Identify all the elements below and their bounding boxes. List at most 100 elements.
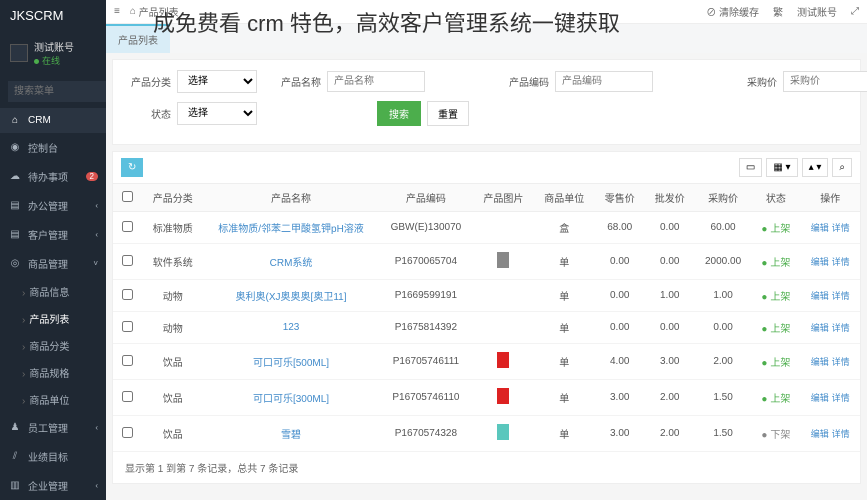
user-box: 测试账号 在线 [0,31,106,75]
cell-unit: 单 [534,380,595,416]
th-status: 状态 [751,184,800,212]
building-icon: ▥ [10,480,20,491]
menu-dashboard[interactable]: ◉控制台 [0,133,106,162]
list-icon: ▤ [10,229,20,240]
export-button[interactable]: ▴ ▾ [802,158,829,177]
pager-info: 显示第 1 到第 7 条记录，总共 7 条记录 [113,452,860,483]
clear-cache-link[interactable]: ⊘ 清除缓存 [706,4,759,19]
view-list-button[interactable]: ▭ [739,158,762,177]
th-image: 产品图片 [473,184,534,212]
menu-todo[interactable]: ☁待办事项2 [0,162,106,191]
gauge-icon: ◉ [10,142,20,153]
cell-image [473,244,534,280]
cell-image [473,416,534,452]
cell-retail: 3.00 [595,416,645,452]
cell-wholesale: 1.00 [645,280,695,312]
edit-link[interactable]: 编辑 [811,357,829,367]
cell-name[interactable]: 可口可乐[500ML] [203,344,379,380]
search-button[interactable]: 搜索 [377,101,421,126]
cell-purchase: 60.00 [695,212,752,244]
cell-code: P1669599191 [379,280,473,312]
detail-link[interactable]: 详情 [832,291,850,301]
cell-code: P1675814392 [379,312,473,344]
cell-name[interactable]: 雪碧 [203,416,379,452]
cell-wholesale: 0.00 [645,212,695,244]
edit-link[interactable]: 编辑 [811,393,829,403]
edit-link[interactable]: 编辑 [811,323,829,333]
table-row: 软件系统 CRM系统 P1670065704 单 0.00 0.00 2000.… [113,244,860,280]
select-all-checkbox[interactable] [122,191,133,202]
cell-status: 上架 [751,280,800,312]
detail-link[interactable]: 详情 [832,429,850,439]
menu-office[interactable]: ▤办公管理‹ [0,191,106,220]
submenu-product-category[interactable]: 商品分类 [0,332,106,359]
row-checkbox[interactable] [122,427,133,438]
menu-enterprise[interactable]: ▥企业管理‹ [0,471,106,500]
menu-search-input[interactable] [8,81,106,102]
detail-link[interactable]: 详情 [832,257,850,267]
edit-link[interactable]: 编辑 [811,223,829,233]
cell-unit: 盒 [534,212,595,244]
hamburger-icon[interactable]: ≡ [114,6,120,17]
cell-name[interactable]: CRM系统 [203,244,379,280]
cell-category: 饮品 [142,380,203,416]
cell-retail: 68.00 [595,212,645,244]
cell-status: 下架 [751,416,800,452]
filter-name-input[interactable] [327,71,425,92]
menu-product[interactable]: ◎商品管理˅ [0,249,106,278]
search-tool-button[interactable]: ⌕ [832,158,852,177]
th-name: 产品名称 [203,184,379,212]
user-name: 测试账号 [34,39,74,54]
filter-status-select[interactable]: 选择 [177,102,257,125]
filter-purchase-input[interactable] [783,71,867,92]
row-checkbox[interactable] [122,255,133,266]
row-checkbox[interactable] [122,221,133,232]
th-unit: 商品单位 [534,184,595,212]
filter-code-input[interactable] [555,71,653,92]
submenu-product-spec[interactable]: 商品规格 [0,359,106,386]
cell-code: P1670574328 [379,416,473,452]
cell-image [473,344,534,380]
reset-button[interactable]: 重置 [427,101,469,126]
cell-image [473,312,534,344]
expand-icon[interactable]: ⤢ [851,6,859,17]
menu-customer[interactable]: ▤客户管理‹ [0,220,106,249]
edit-link[interactable]: 编辑 [811,429,829,439]
cell-category: 饮品 [142,344,203,380]
refresh-button[interactable]: ↻ [121,158,143,177]
row-checkbox[interactable] [122,355,133,366]
row-checkbox[interactable] [122,289,133,300]
filter-category-select[interactable]: 选择 [177,70,257,93]
cell-purchase: 1.00 [695,280,752,312]
submenu-product-unit[interactable]: 商品单位 [0,386,106,413]
circle-icon: ◎ [10,258,20,269]
row-checkbox[interactable] [122,391,133,402]
cell-name[interactable]: 123 [203,312,379,344]
cell-name[interactable]: 标准物质/邻苯二甲酸氢钾pH溶液 [203,212,379,244]
menu-target[interactable]: ⫽业绩目标 [0,442,106,471]
chevron-left-icon: ‹ [95,230,98,239]
detail-link[interactable]: 详情 [832,223,850,233]
row-checkbox[interactable] [122,321,133,332]
submenu-product-list[interactable]: 产品列表 [0,305,106,332]
menu-crm[interactable]: ⌂CRM [0,108,106,133]
edit-link[interactable]: 编辑 [811,257,829,267]
menu-staff[interactable]: ♟员工管理‹ [0,413,106,442]
account-link[interactable]: 测试账号 [797,4,837,19]
detail-link[interactable]: 详情 [832,357,850,367]
cell-category: 动物 [142,312,203,344]
detail-link[interactable]: 详情 [832,323,850,333]
cell-status: 上架 [751,212,800,244]
thumb-icon [497,424,509,440]
cell-name[interactable]: 可口可乐[300ML] [203,380,379,416]
cell-status: 上架 [751,312,800,344]
product-table: 产品分类 产品名称 产品编码 产品图片 商品单位 零售价 批发价 采购价 状态 … [113,183,860,452]
submenu-product-info[interactable]: 商品信息 [0,278,106,305]
view-grid-button[interactable]: ▦ ▾ [766,158,797,177]
lang-toggle[interactable]: 繁 [773,4,783,19]
detail-link[interactable]: 详情 [832,393,850,403]
edit-link[interactable]: 编辑 [811,291,829,301]
filter-code-label: 产品编码 [505,74,549,89]
cell-name[interactable]: 奥利奥(XJ奥奥奥[奥卫11] [203,280,379,312]
filter-name-label: 产品名称 [277,74,321,89]
